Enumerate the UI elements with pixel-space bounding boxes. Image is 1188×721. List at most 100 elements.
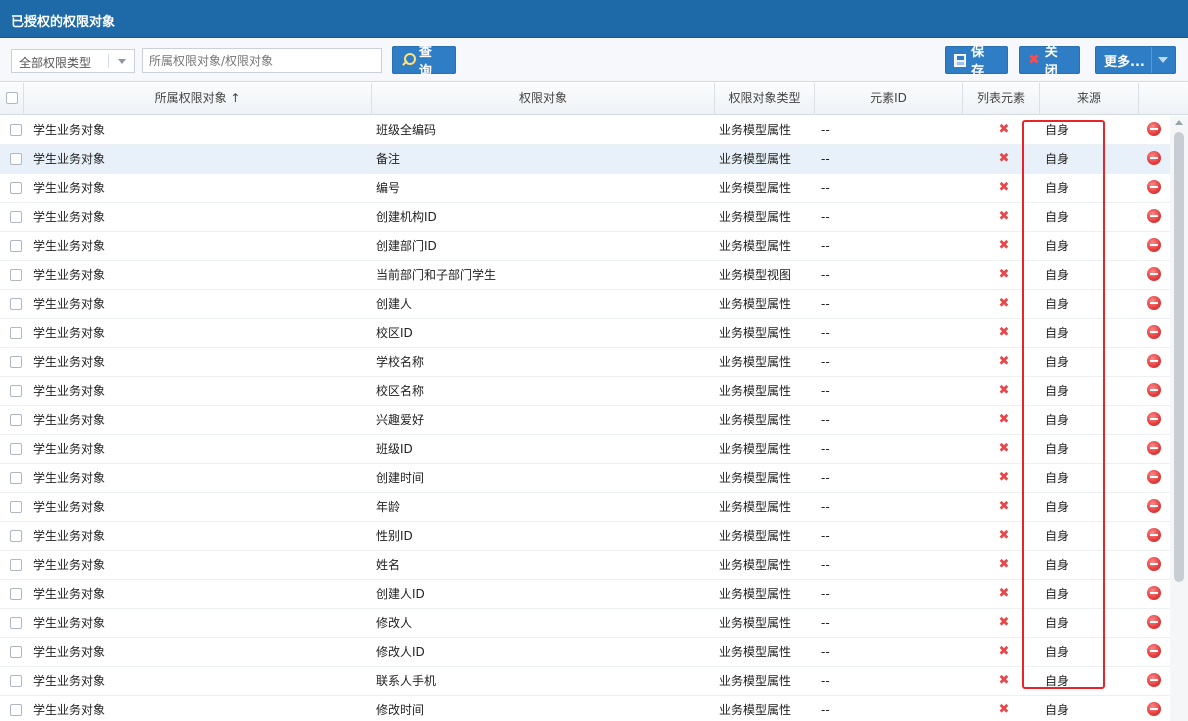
select-all-checkbox[interactable] xyxy=(5,92,18,104)
row-checkbox[interactable] xyxy=(10,182,22,194)
header-select-all[interactable] xyxy=(0,83,24,115)
table-row[interactable]: 学生业务对象 修改时间 业务模型属性 -- ✖ 自身 xyxy=(0,696,1170,721)
remove-icon[interactable] xyxy=(1147,470,1161,484)
row-checkbox[interactable] xyxy=(10,443,22,455)
table-row[interactable]: 学生业务对象 创建部门ID 业务模型属性 -- ✖ 自身 xyxy=(0,232,1170,261)
column-header-element-id[interactable]: 元素ID xyxy=(815,83,963,115)
remove-icon[interactable] xyxy=(1147,122,1161,136)
table-row[interactable]: 学生业务对象 备注 业务模型属性 -- ✖ 自身 xyxy=(0,145,1170,174)
table-row[interactable]: 学生业务对象 编号 业务模型属性 -- ✖ 自身 xyxy=(0,174,1170,203)
table-row[interactable]: 学生业务对象 修改人ID 业务模型属性 -- ✖ 自身 xyxy=(0,638,1170,667)
row-checkbox[interactable] xyxy=(10,269,22,281)
cell-element-id: -- xyxy=(821,210,830,224)
row-checkbox[interactable] xyxy=(10,153,22,165)
column-header-source[interactable]: 来源 xyxy=(1040,83,1139,115)
cell-owner: 学生业务对象 xyxy=(33,471,106,485)
chevron-down-icon[interactable] xyxy=(1158,57,1168,63)
cell-type: 业务模型属性 xyxy=(719,529,792,543)
table-row[interactable]: 学生业务对象 联系人手机 业务模型属性 -- ✖ 自身 xyxy=(0,667,1170,696)
row-checkbox[interactable] xyxy=(10,530,22,542)
chevron-down-icon[interactable] xyxy=(118,59,126,64)
cell-element-id: -- xyxy=(821,181,830,195)
row-checkbox[interactable] xyxy=(10,298,22,310)
table-row[interactable]: 学生业务对象 创建时间 业务模型属性 -- ✖ 自身 xyxy=(0,464,1170,493)
column-header-type[interactable]: 权限对象类型 xyxy=(715,83,815,115)
table-row[interactable]: 学生业务对象 学校名称 业务模型属性 -- ✖ 自身 xyxy=(0,348,1170,377)
table-row[interactable]: 学生业务对象 性别ID 业务模型属性 -- ✖ 自身 xyxy=(0,522,1170,551)
vertical-scrollbar[interactable] xyxy=(1170,116,1188,721)
row-checkbox[interactable] xyxy=(10,501,22,513)
remove-icon[interactable] xyxy=(1147,557,1161,571)
search-input[interactable] xyxy=(142,48,382,73)
remove-icon[interactable] xyxy=(1147,180,1161,194)
remove-icon[interactable] xyxy=(1147,499,1161,513)
remove-icon[interactable] xyxy=(1147,702,1161,716)
remove-icon[interactable] xyxy=(1147,354,1161,368)
row-checkbox[interactable] xyxy=(10,588,22,600)
scroll-up-arrow-icon[interactable] xyxy=(1175,120,1183,125)
more-button[interactable]: 更多... xyxy=(1095,46,1176,74)
cell-element-id: -- xyxy=(821,645,830,659)
row-checkbox[interactable] xyxy=(10,675,22,687)
remove-icon[interactable] xyxy=(1147,209,1161,223)
table-row[interactable]: 学生业务对象 校区名称 业务模型属性 -- ✖ 自身 xyxy=(0,377,1170,406)
select-divider xyxy=(108,54,109,68)
close-button-label: 关 闭 xyxy=(1044,45,1058,79)
row-checkbox[interactable] xyxy=(10,646,22,658)
remove-icon[interactable] xyxy=(1147,528,1161,542)
permission-type-select[interactable]: 全部权限类型 xyxy=(11,49,135,73)
row-checkbox[interactable] xyxy=(10,385,22,397)
row-checkbox[interactable] xyxy=(10,559,22,571)
table-row[interactable]: 学生业务对象 校区ID 业务模型属性 -- ✖ 自身 xyxy=(0,319,1170,348)
remove-icon[interactable] xyxy=(1147,383,1161,397)
table-row[interactable]: 学生业务对象 创建人ID 业务模型属性 -- ✖ 自身 xyxy=(0,580,1170,609)
column-header-object[interactable]: 权限对象 xyxy=(372,83,715,115)
row-checkbox[interactable] xyxy=(10,211,22,223)
remove-icon[interactable] xyxy=(1147,615,1161,629)
table-row[interactable]: 学生业务对象 当前部门和子部门学生 业务模型视图 -- ✖ 自身 xyxy=(0,261,1170,290)
table-row[interactable]: 学生业务对象 创建机构ID 业务模型属性 -- ✖ 自身 xyxy=(0,203,1170,232)
cell-element-id: -- xyxy=(821,471,830,485)
cell-type: 业务模型属性 xyxy=(719,645,792,659)
table-row[interactable]: 学生业务对象 姓名 业务模型属性 -- ✖ 自身 xyxy=(0,551,1170,580)
row-checkbox[interactable] xyxy=(10,704,22,716)
table-row[interactable]: 学生业务对象 修改人 业务模型属性 -- ✖ 自身 xyxy=(0,609,1170,638)
table-row[interactable]: 学生业务对象 兴趣爱好 业务模型属性 -- ✖ 自身 xyxy=(0,406,1170,435)
cell-list-element-x-icon: ✖ xyxy=(998,412,1010,427)
table-row[interactable]: 学生业务对象 班级ID 业务模型属性 -- ✖ 自身 xyxy=(0,435,1170,464)
remove-icon[interactable] xyxy=(1147,586,1161,600)
remove-icon[interactable] xyxy=(1147,644,1161,658)
scroll-thumb[interactable] xyxy=(1174,132,1184,582)
row-checkbox[interactable] xyxy=(10,240,22,252)
cell-owner: 学生业务对象 xyxy=(33,326,106,340)
cell-element-id: -- xyxy=(821,326,830,340)
row-checkbox[interactable] xyxy=(10,356,22,368)
remove-icon[interactable] xyxy=(1147,296,1161,310)
column-header-owner[interactable]: 所属权限对象 ↑ xyxy=(24,83,372,115)
remove-icon[interactable] xyxy=(1147,238,1161,252)
cell-element-id: -- xyxy=(821,616,830,630)
row-checkbox[interactable] xyxy=(10,472,22,484)
column-header-list-element[interactable]: 列表元素 xyxy=(963,83,1040,115)
cell-object: 当前部门和子部门学生 xyxy=(376,268,497,282)
row-checkbox[interactable] xyxy=(10,327,22,339)
remove-icon[interactable] xyxy=(1147,441,1161,455)
remove-icon[interactable] xyxy=(1147,673,1161,687)
cell-object: 性别ID xyxy=(376,529,413,543)
table-row[interactable]: 学生业务对象 创建人 业务模型属性 -- ✖ 自身 xyxy=(0,290,1170,319)
cell-type: 业务模型属性 xyxy=(719,616,792,630)
row-checkbox[interactable] xyxy=(10,414,22,426)
row-checkbox[interactable] xyxy=(10,617,22,629)
remove-icon[interactable] xyxy=(1147,325,1161,339)
row-checkbox[interactable] xyxy=(10,124,22,136)
query-button[interactable]: 查 询 xyxy=(392,45,456,79)
remove-icon[interactable] xyxy=(1147,267,1161,281)
cell-object: 备注 xyxy=(376,152,401,166)
save-button[interactable]: 保 存 xyxy=(945,45,1008,79)
remove-icon[interactable] xyxy=(1147,412,1161,426)
table-row[interactable]: 学生业务对象 年龄 业务模型属性 -- ✖ 自身 xyxy=(0,493,1170,522)
table-row[interactable]: 学生业务对象 班级全编码 业务模型属性 -- ✖ 自身 xyxy=(0,116,1170,145)
cell-element-id: -- xyxy=(821,152,830,166)
close-button[interactable]: ✖ 关 闭 xyxy=(1019,45,1080,79)
remove-icon[interactable] xyxy=(1147,151,1161,165)
